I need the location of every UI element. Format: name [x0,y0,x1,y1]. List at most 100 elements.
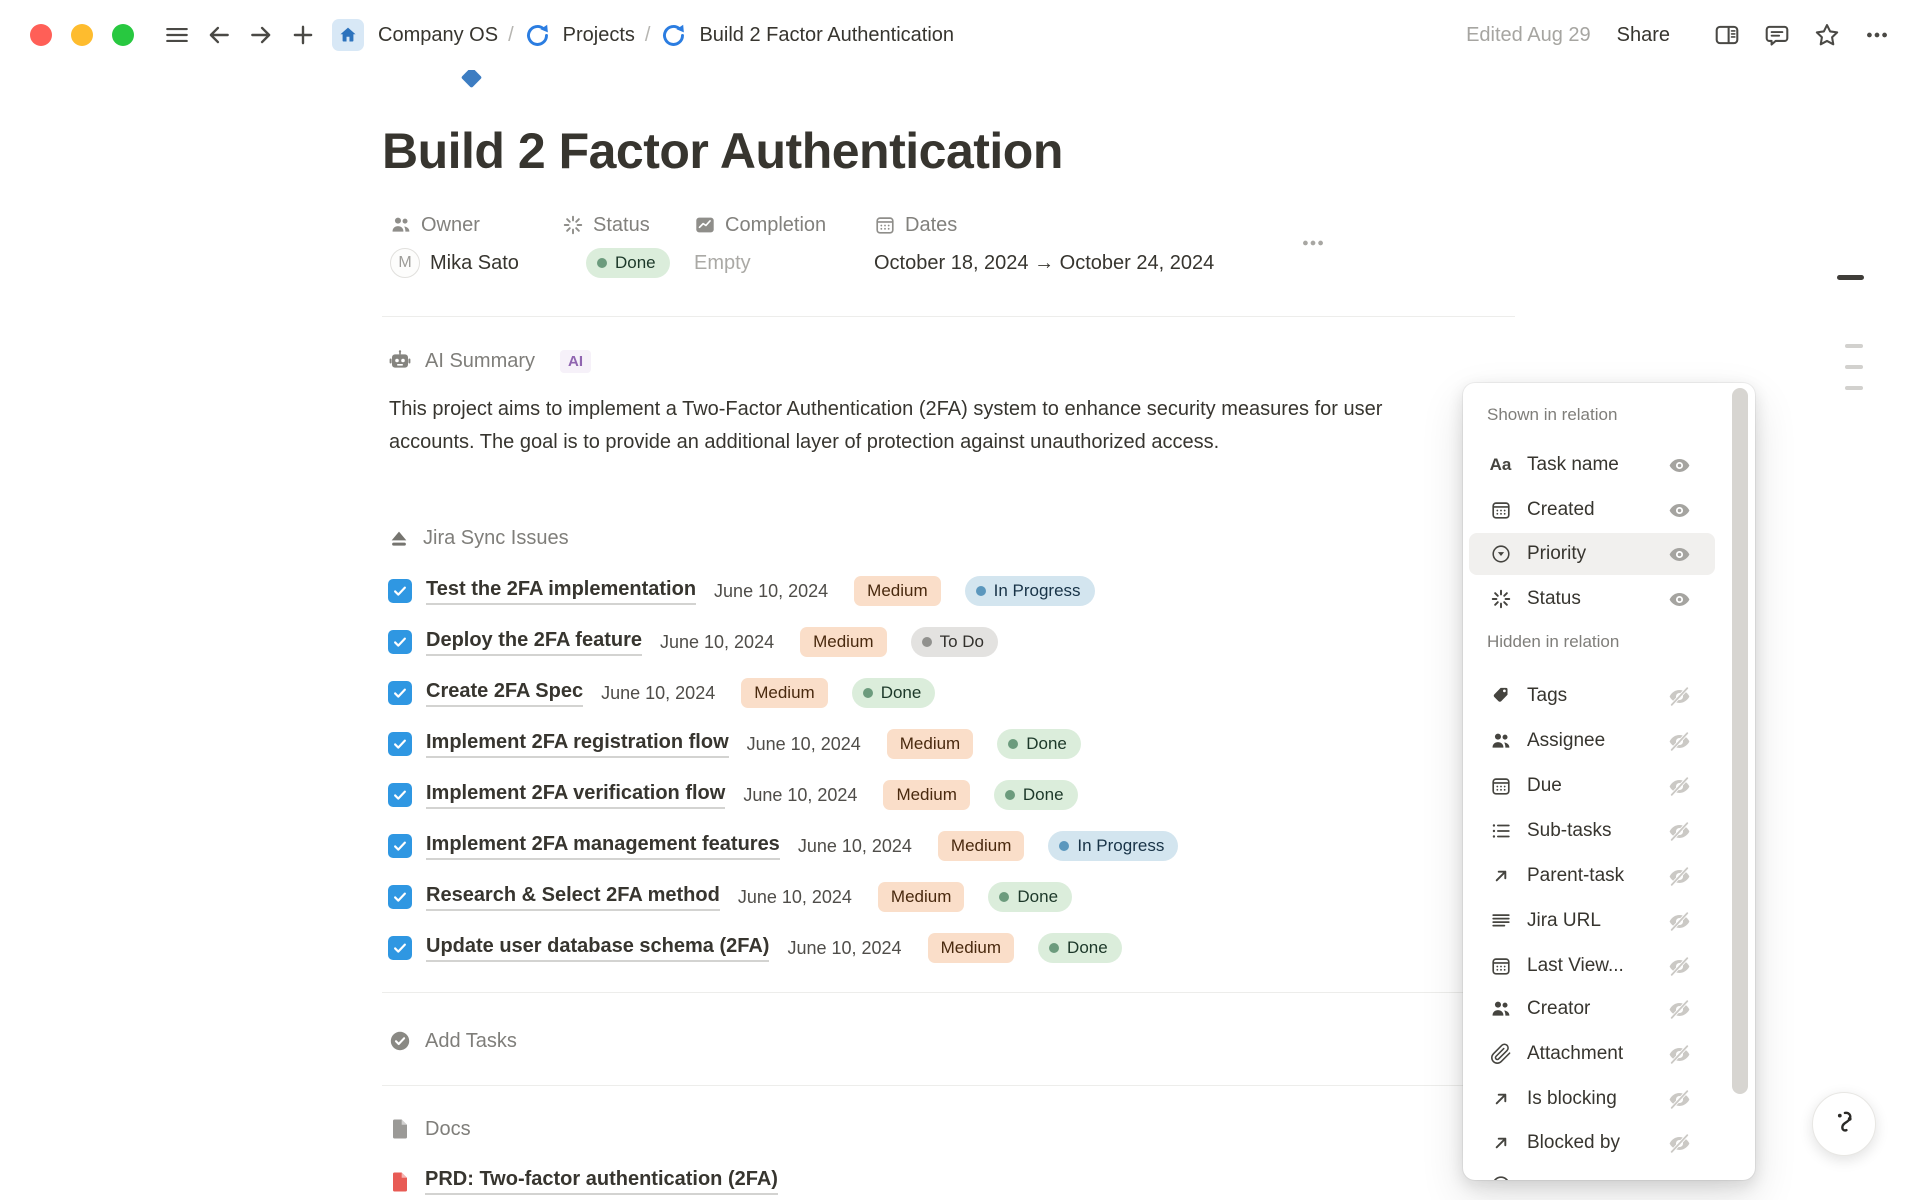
side-panel-icon[interactable] [1710,18,1744,52]
forward-icon[interactable] [244,18,278,52]
page-emoji-icon[interactable] [461,67,482,88]
popup-item-partial[interactable] [1463,1163,1755,1180]
property-dates-value[interactable]: October 18, 2024 → October 24, 2024 [874,246,1214,280]
property-completion-value[interactable]: Empty [694,246,826,280]
sync-icon [660,22,687,49]
section-heading-text: Add Tasks [425,1030,517,1053]
minimize-window-icon[interactable] [71,24,93,46]
eye-icon[interactable] [1667,542,1692,567]
popup-item-blocked-by[interactable]: Blocked by [1463,1121,1755,1165]
eye-off-icon[interactable] [1667,684,1692,709]
toc-indicator[interactable] [1845,386,1863,390]
task-title-link[interactable]: Implement 2FA management features [426,833,780,860]
task-title-link[interactable]: Update user database schema (2FA) [426,935,769,962]
popup-section-header: Shown in relation [1487,405,1731,425]
eye-off-icon[interactable] [1667,864,1692,889]
task-title-link[interactable]: Test the 2FA implementation [426,578,696,605]
task-checkbox[interactable] [388,630,412,654]
eye-off-icon[interactable] [1667,729,1692,754]
property-completion-label[interactable]: Completion [694,212,826,238]
popup-item-jira-url[interactable]: Jira URL [1463,899,1755,943]
eye-off-icon[interactable] [1667,1042,1692,1067]
share-button[interactable]: Share [1617,24,1670,47]
page-title[interactable]: Build 2 Factor Authentication [382,122,1063,180]
more-options-icon[interactable] [1860,18,1894,52]
eye-icon[interactable] [1667,453,1692,478]
eye-off-icon[interactable] [1667,997,1692,1022]
eye-icon[interactable] [1667,498,1692,523]
popup-item-label: Is blocking [1527,1088,1617,1110]
property-owner-label[interactable]: Owner [390,212,519,238]
priority-badge: Medium [741,678,827,708]
comments-icon[interactable] [1760,18,1794,52]
task-title-link[interactable]: Create 2FA Spec [426,680,583,707]
status-badge-label: Done [615,253,656,273]
popup-item-parent-task[interactable]: Parent-task [1463,854,1755,898]
task-checkbox[interactable] [388,579,412,603]
eye-off-icon[interactable] [1667,774,1692,799]
task-date: June 10, 2024 [601,683,715,704]
eye-off-icon[interactable] [1667,954,1692,979]
jira-sync-heading: Jira Sync Issues [388,527,569,550]
eye-off-icon[interactable] [1667,909,1692,934]
popup-item-label: Last View... [1527,955,1624,977]
breadcrumb-company-os[interactable]: Company OS [324,19,498,51]
new-page-icon[interactable] [286,18,320,52]
popup-item-priority[interactable]: Priority [1463,532,1755,576]
task-title-link[interactable]: Implement 2FA verification flow [426,782,725,809]
property-status-label[interactable]: Status [562,212,670,238]
breadcrumb-current-page[interactable]: Build 2 Factor Authentication [660,22,954,49]
popup-item-label: Jira URL [1527,910,1601,932]
popup-item-due[interactable]: Due [1463,764,1755,808]
doc-link[interactable]: PRD: Two-factor authentication (2FA) [425,1168,778,1195]
notion-ai-button[interactable] [1812,1092,1876,1156]
task-checkbox[interactable] [388,681,412,705]
status-dot-icon [597,258,607,268]
more-properties-icon[interactable] [1300,230,1326,256]
popup-item-last-view[interactable]: Last View... [1463,944,1755,988]
popup-item-tags[interactable]: Tags [1463,674,1755,718]
favorite-star-icon[interactable] [1810,18,1844,52]
eye-icon[interactable] [1667,587,1692,612]
task-title-link[interactable]: Implement 2FA registration flow [426,731,729,758]
popup-scrollbar[interactable] [1732,388,1748,1094]
priority-badge: Medium [938,831,1024,861]
task-checkbox[interactable] [388,885,412,909]
task-checkbox[interactable] [388,834,412,858]
eye-off-icon[interactable] [1667,819,1692,844]
popup-item-status[interactable]: Status [1463,577,1755,621]
task-checkbox[interactable] [388,783,412,807]
eye-off-icon[interactable] [1667,1087,1692,1112]
popup-item-is-blocking[interactable]: Is blocking [1463,1077,1755,1121]
people-icon [1487,730,1514,752]
people-icon [1487,998,1514,1020]
close-window-icon[interactable] [30,24,52,46]
arrow-up-right-icon [1487,865,1514,887]
breadcrumb-projects[interactable]: Projects [524,22,635,49]
status-badge: Done [988,882,1072,912]
task-row: Deploy the 2FA feature June 10, 2024 Med… [388,625,998,659]
popup-item-sub-tasks[interactable]: Sub-tasks [1463,809,1755,853]
toc-indicator[interactable] [1845,344,1863,348]
toc-indicator-active[interactable] [1837,275,1864,280]
back-icon[interactable] [202,18,236,52]
task-title-link[interactable]: Deploy the 2FA feature [426,629,642,656]
sidebar-menu-icon[interactable] [160,18,194,52]
status-badge: In Progress [1048,831,1178,861]
popup-item-assignee[interactable]: Assignee [1463,719,1755,763]
breadcrumb-label: Build 2 Factor Authentication [699,24,954,47]
toc-indicator[interactable] [1845,365,1863,369]
popup-item-creator[interactable]: Creator [1463,987,1755,1031]
property-owner-value[interactable]: M Mika Sato [390,246,519,280]
popup-item-label: Parent-task [1527,865,1624,887]
task-title-link[interactable]: Research & Select 2FA method [426,884,720,911]
property-status-value[interactable]: Done [562,246,670,280]
zoom-window-icon[interactable] [112,24,134,46]
eye-off-icon[interactable] [1667,1131,1692,1156]
task-checkbox[interactable] [388,936,412,960]
task-checkbox[interactable] [388,732,412,756]
popup-item-created[interactable]: Created [1463,488,1755,532]
popup-item-attachment[interactable]: Attachment [1463,1032,1755,1076]
popup-item-task-name[interactable]: Aa Task name [1463,443,1755,487]
property-dates-label[interactable]: Dates [874,212,1214,238]
